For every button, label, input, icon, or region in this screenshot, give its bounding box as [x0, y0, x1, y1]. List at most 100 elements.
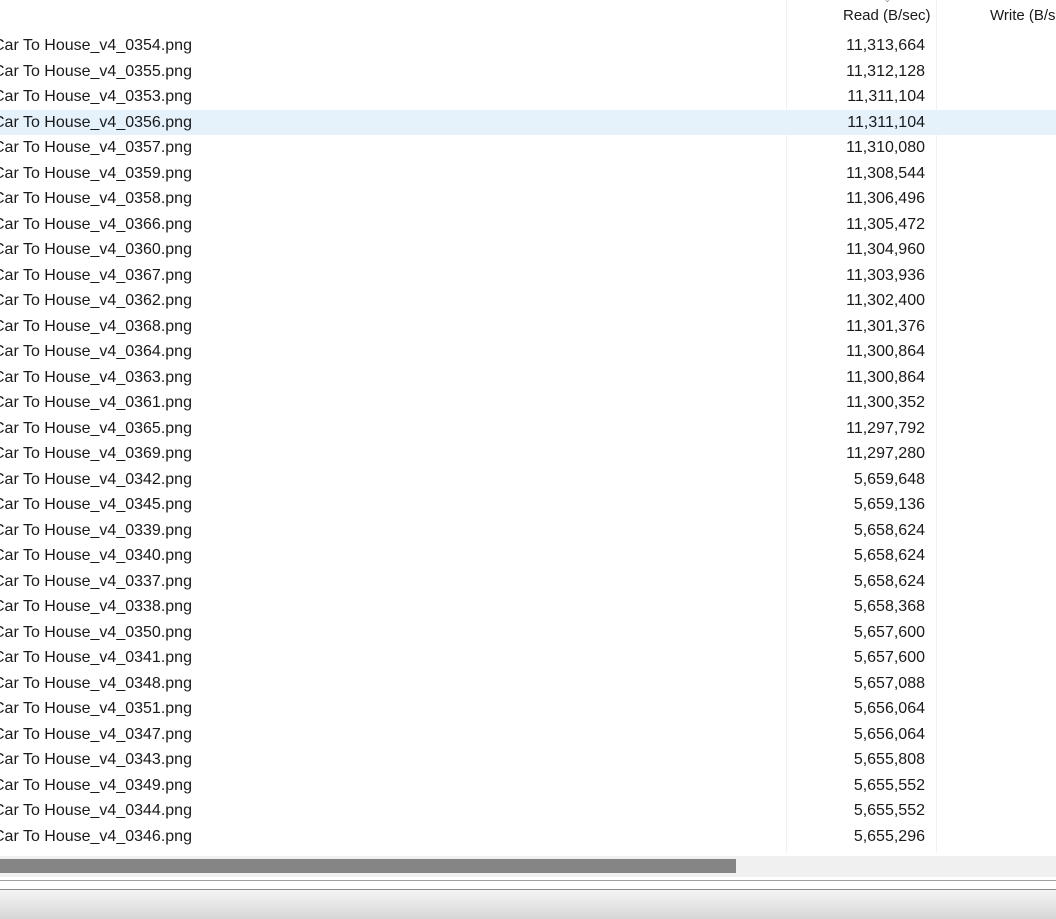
table-row[interactable]: Car To House_v4_0344.png 5,655,552 — [0, 798, 1056, 824]
table-row[interactable]: Car To House_v4_0337.png 5,658,624 — [0, 569, 1056, 595]
table-row[interactable]: Car To House_v4_0362.png 11,302,400 — [0, 288, 1056, 314]
status-bar — [0, 890, 1056, 919]
table-row[interactable]: Car To House_v4_0343.png 5,655,808 — [0, 747, 1056, 773]
table-row[interactable]: Car To House_v4_0354.png 11,313,664 — [0, 33, 1056, 59]
horizontal-scrollbar[interactable] — [0, 856, 1056, 877]
file-name-cell: Car To House_v4_0346.png — [0, 827, 192, 845]
file-name-cell: Car To House_v4_0361.png — [0, 394, 192, 411]
read-rate-cell: 11,306,496 — [846, 190, 925, 207]
column-header-read[interactable]: Read (B/sec) — [843, 6, 931, 26]
table-row[interactable]: Car To House_v4_0358.png 11,306,496 — [0, 186, 1056, 212]
read-rate-cell: 5,659,136 — [853, 496, 925, 513]
read-rate-cell: 5,656,064 — [853, 725, 925, 743]
table-row[interactable]: Car To House_v4_0365.png 11,297,792 — [0, 416, 1056, 442]
file-name-cell: Car To House_v4_0350.png — [0, 623, 192, 641]
read-rate-cell: 5,655,552 — [853, 776, 925, 794]
table-row[interactable]: Car To House_v4_0364.png 11,300,864 — [0, 339, 1056, 365]
file-name-cell: Car To House_v4_0341.png — [0, 649, 192, 666]
file-name-cell: Car To House_v4_0343.png — [0, 751, 192, 768]
file-name-cell: Car To House_v4_0345.png — [0, 496, 192, 513]
file-name-cell: Car To House_v4_0367.png — [0, 266, 192, 284]
read-rate-cell: 5,658,368 — [853, 598, 925, 615]
table-row[interactable]: Car To House_v4_0359.png 11,308,544 — [0, 161, 1056, 187]
table-row[interactable]: Car To House_v4_0353.png 11,311,104 — [0, 84, 1056, 110]
read-rate-cell: 5,658,624 — [853, 572, 925, 590]
file-name-cell: Car To House_v4_0368.png — [0, 317, 192, 335]
read-rate-cell: 11,301,376 — [846, 317, 925, 335]
file-name-cell: Car To House_v4_0349.png — [0, 776, 192, 794]
file-name-cell: Car To House_v4_0358.png — [0, 190, 192, 207]
file-name-cell: Car To House_v4_0357.png — [0, 139, 192, 156]
read-rate-cell: 11,300,352 — [846, 394, 925, 411]
read-rate-cell: 5,656,064 — [853, 700, 925, 717]
column-header-write[interactable]: Write (B/s — [990, 6, 1056, 26]
read-rate-cell: 11,303,936 — [846, 266, 925, 284]
file-name-cell: Car To House_v4_0348.png — [0, 674, 192, 692]
read-rate-cell: 11,297,792 — [846, 419, 925, 437]
table-row[interactable]: Car To House_v4_0360.png 11,304,960 — [0, 237, 1056, 263]
read-rate-cell: 5,658,624 — [853, 521, 925, 539]
read-rate-cell: 11,300,864 — [846, 343, 925, 360]
table-row[interactable]: Car To House_v4_0338.png 5,658,368 — [0, 594, 1056, 620]
file-name-cell: Car To House_v4_0353.png — [0, 88, 192, 105]
file-name-cell: Car To House_v4_0340.png — [0, 547, 192, 564]
file-name-cell: Car To House_v4_0337.png — [0, 572, 192, 590]
read-rate-cell: 5,659,648 — [853, 470, 925, 488]
read-rate-cell: 5,655,552 — [853, 802, 925, 819]
table-row[interactable]: Car To House_v4_0356.png 11,311,104 — [0, 109, 1056, 135]
table-row[interactable]: Car To House_v4_0355.png 11,312,128 — [0, 59, 1056, 85]
table-row[interactable]: Car To House_v4_0342.png 5,659,648 — [0, 467, 1056, 493]
table-row[interactable]: Car To House_v4_0340.png 5,658,624 — [0, 543, 1056, 569]
table-row[interactable]: Car To House_v4_0367.png 11,303,936 — [0, 263, 1056, 289]
read-rate-cell: 5,658,624 — [853, 547, 925, 564]
file-name-cell: Car To House_v4_0362.png — [0, 292, 192, 309]
file-name-cell: Car To House_v4_0366.png — [0, 215, 192, 233]
file-name-cell: Car To House_v4_0364.png — [0, 343, 192, 360]
read-rate-cell: 11,297,280 — [846, 445, 925, 462]
read-rate-cell: 11,300,864 — [846, 368, 925, 386]
table-row[interactable]: Car To House_v4_0363.png 11,300,864 — [0, 365, 1056, 391]
table-row[interactable]: Car To House_v4_0366.png 11,305,472 — [0, 212, 1056, 238]
file-name-cell: Car To House_v4_0365.png — [0, 419, 192, 437]
file-name-cell: Car To House_v4_0359.png — [0, 164, 192, 182]
table-row[interactable]: Car To House_v4_0351.png 5,656,064 — [0, 696, 1056, 722]
table-row[interactable]: Car To House_v4_0357.png 11,310,080 — [0, 135, 1056, 161]
read-rate-cell: 11,311,104 — [847, 113, 925, 131]
file-activity-list: Car To House_v4_0354.png 11,313,664 Car To… — [0, 33, 1056, 849]
file-name-cell: Car To House_v4_0356.png — [0, 113, 192, 131]
file-name-cell: Car To House_v4_0355.png — [0, 62, 192, 80]
file-name-cell: Car To House_v4_0342.png — [0, 470, 192, 488]
file-name-cell: Car To House_v4_0363.png — [0, 368, 192, 386]
divider — [0, 880, 1056, 881]
table-row[interactable]: Car To House_v4_0348.png 5,657,088 — [0, 671, 1056, 697]
file-name-cell: Car To House_v4_0339.png — [0, 521, 192, 539]
read-rate-cell: 11,305,472 — [846, 215, 925, 233]
table-row[interactable]: Car To House_v4_0350.png 5,657,600 — [0, 620, 1056, 646]
table-row[interactable]: Car To House_v4_0339.png 5,658,624 — [0, 518, 1056, 544]
sort-descending-icon: ⌄ — [884, 0, 891, 4]
table-row[interactable]: Car To House_v4_0361.png 11,300,352 — [0, 390, 1056, 416]
read-rate-cell: 5,657,088 — [853, 674, 925, 692]
table-row[interactable]: Car To House_v4_0341.png 5,657,600 — [0, 645, 1056, 671]
read-rate-cell: 11,304,960 — [846, 241, 925, 258]
file-name-cell: Car To House_v4_0344.png — [0, 802, 192, 819]
column-header-bar: ⌄ Read (B/sec) Write (B/s — [0, 0, 1056, 31]
file-name-cell: Car To House_v4_0347.png — [0, 725, 192, 743]
file-name-cell: Car To House_v4_0338.png — [0, 598, 192, 615]
read-rate-cell: 11,313,664 — [846, 37, 925, 54]
read-rate-cell: 5,657,600 — [853, 623, 925, 641]
table-row[interactable]: Car To House_v4_0369.png 11,297,280 — [0, 441, 1056, 467]
read-rate-cell: 5,655,296 — [853, 827, 925, 845]
scrollbar-thumb[interactable] — [0, 859, 736, 873]
file-name-cell: Car To House_v4_0369.png — [0, 445, 192, 462]
table-row[interactable]: Car To House_v4_0345.png 5,659,136 — [0, 492, 1056, 518]
file-name-cell: Car To House_v4_0360.png — [0, 241, 192, 258]
table-row[interactable]: Car To House_v4_0347.png 5,656,064 — [0, 722, 1056, 748]
file-name-cell: Car To House_v4_0354.png — [0, 37, 192, 54]
table-row[interactable]: Car To House_v4_0349.png 5,655,552 — [0, 773, 1056, 799]
read-rate-cell: 11,311,104 — [847, 88, 925, 105]
table-row[interactable]: Car To House_v4_0368.png 11,301,376 — [0, 314, 1056, 340]
read-rate-cell: 11,310,080 — [846, 139, 925, 156]
read-rate-cell: 11,312,128 — [846, 62, 925, 80]
table-row[interactable]: Car To House_v4_0346.png 5,655,296 — [0, 824, 1056, 850]
